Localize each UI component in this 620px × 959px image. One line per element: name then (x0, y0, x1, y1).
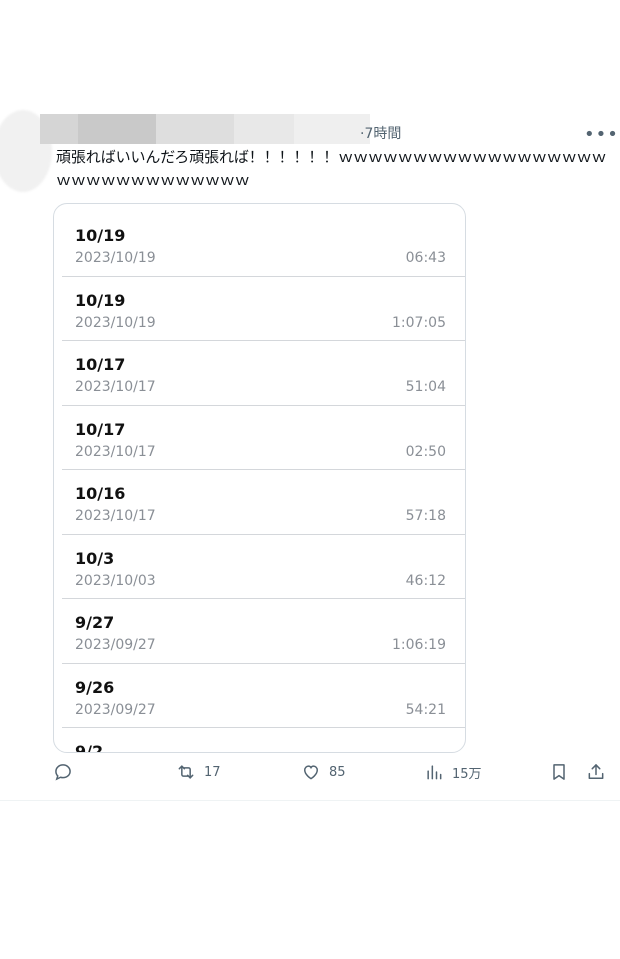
recording-date: 2023/10/17 (75, 379, 156, 395)
recording-title: 10/17 (75, 355, 126, 374)
recording-title: 10/17 (75, 419, 126, 439)
tweet-actions: 17 85 15万 (0, 762, 620, 792)
share-icon (588, 764, 604, 779)
author-name-blurred[interactable] (40, 114, 370, 144)
reply-icon (55, 764, 71, 781)
like-count: 85 (329, 764, 346, 780)
like-button[interactable]: 85 (301, 762, 346, 782)
retweet-button[interactable]: 17 (176, 762, 221, 782)
heart-icon (303, 765, 319, 780)
bookmark-button[interactable] (549, 762, 569, 782)
recording-date: 2023/10/17 (75, 443, 156, 460)
recording-duration: 46:12 (405, 572, 446, 589)
recording-duration: 57:18 (405, 508, 446, 524)
recording-title: 9/26 (75, 677, 115, 697)
list-item[interactable]: 10/16 2023/10/17 57:18 (62, 470, 465, 535)
recording-title: 10/19 (75, 290, 126, 310)
list-item[interactable]: 10/19 2023/10/19 1:07:05 (62, 277, 465, 341)
recording-duration: 06:43 (405, 250, 446, 266)
recording-duration: 51:04 (405, 379, 446, 395)
attached-image-list[interactable]: 10/19 2023/10/19 06:43 10/19 2023/10/19 1:07:… (53, 203, 466, 753)
recording-date: 2023/09/27 (75, 637, 156, 653)
recording-title: 10/3 (75, 548, 115, 568)
bookmark-icon (553, 764, 565, 780)
recording-duration: 54:21 (405, 701, 446, 718)
tweet-text: 頑張ればいいんだろ頑張れば！！！！！！ｗｗｗｗｗｗｗｗｗｗｗｗｗｗｗｗｗｗｗｗｗ… (56, 148, 607, 189)
list-item[interactable]: 10/19 2023/10/19 06:43 (62, 212, 465, 277)
list-item[interactable]: 10/17 2023/10/17 02:50 (62, 406, 465, 470)
recording-title: 9/2 (75, 742, 104, 753)
recording-list: 10/19 2023/10/19 06:43 10/19 2023/10/19 1:07:… (62, 212, 465, 753)
list-item[interactable]: 9/27 2023/09/27 1:06:19 (62, 599, 465, 664)
recording-title: 10/16 (75, 484, 126, 503)
list-item[interactable]: 10/17 2023/10/17 51:04 (62, 341, 465, 406)
list-item[interactable]: 9/2 (62, 728, 465, 753)
reply-button[interactable] (53, 762, 81, 782)
more-icon[interactable]: ••• (584, 124, 619, 145)
tweet-timestamp[interactable]: ·7時間 (360, 123, 401, 143)
recording-duration: 1:06:19 (392, 637, 446, 653)
list-item[interactable]: 10/3 2023/10/03 46:12 (62, 535, 465, 599)
list-item[interactable]: 9/26 2023/09/27 54:21 (62, 664, 465, 728)
recording-date: 2023/10/03 (75, 572, 156, 589)
recording-date: 2023/09/27 (75, 701, 156, 718)
recording-title: 10/19 (75, 226, 126, 245)
recording-date: 2023/10/17 (75, 508, 156, 524)
views-button[interactable]: 15万 (424, 762, 482, 782)
share-button[interactable] (586, 762, 606, 782)
tweet-divider (0, 800, 620, 801)
recording-date: 2023/10/19 (75, 314, 156, 331)
recording-duration: 1:07:05 (392, 314, 446, 331)
recording-date: 2023/10/19 (75, 250, 156, 266)
retweet-icon (178, 765, 194, 779)
retweet-count: 17 (204, 764, 221, 780)
views-icon (427, 765, 442, 780)
recording-title: 9/27 (75, 613, 115, 632)
recording-duration: 02:50 (405, 443, 446, 460)
view-count: 15万 (452, 766, 482, 782)
